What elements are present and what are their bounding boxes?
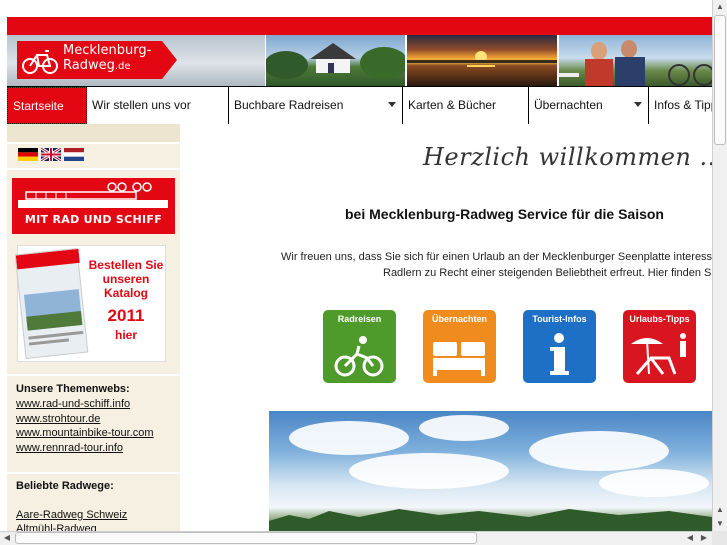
tile-urlaubs-tipps[interactable]: Urlaubs-Tipps: [623, 310, 696, 383]
logo-text: Mecklenburg- Radweg.de: [63, 43, 151, 74]
themenweb-link[interactable]: www.rad-und-schiff.info: [16, 398, 130, 410]
sunset-image: [407, 51, 557, 67]
nav-infos-tipps[interactable]: Infos & Tipps: [649, 87, 712, 124]
dropdown-arrow-icon: [634, 102, 642, 107]
cyclists-image: [559, 40, 712, 86]
bicycle-icon: [334, 336, 384, 377]
tile-radreisen[interactable]: Radreisen: [323, 310, 396, 383]
rad-und-schiff-banner[interactable]: MIT RAD UND SCHIFF: [12, 178, 175, 234]
katalog-cover-art: [15, 248, 84, 346]
treeline: [269, 509, 712, 545]
bed-icon: [433, 342, 485, 376]
german-flag-icon[interactable]: [18, 148, 38, 161]
nav-wir-stellen-uns-vor[interactable]: Wir stellen uns vor: [87, 87, 229, 124]
scroll-up-icon[interactable]: ▲: [713, 503, 727, 517]
scroll-left-icon[interactable]: ◀: [0, 531, 14, 545]
scrollbar-corner: [712, 531, 727, 545]
logo-line1: Mecklenburg-: [63, 43, 152, 58]
themenweb-link[interactable]: www.rennrad-tour.info: [16, 442, 123, 454]
scroll-down-icon[interactable]: ▼: [713, 517, 727, 531]
katalog-cover-image: [14, 247, 89, 360]
radwege-heading: Beliebte Radwege:: [16, 480, 114, 492]
header-photo-cottage: [266, 35, 405, 86]
logo-tld: .de: [114, 61, 131, 72]
nav-label: Infos & Tipps: [654, 98, 712, 112]
katalog-line: hier: [114, 328, 137, 342]
themenweb-link[interactable]: www.strohtour.de: [16, 413, 100, 425]
nav-startseite[interactable]: Startseite: [7, 87, 87, 124]
vertical-scroll-thumb[interactable]: [714, 15, 726, 145]
radweg-link[interactable]: Aare-Radweg Schweiz: [16, 509, 127, 521]
page-content: Mecklenburg- Radweg.de Startseite Wir st…: [0, 0, 712, 545]
scroll-up-icon[interactable]: ▲: [713, 0, 727, 14]
uk-flag-icon[interactable]: [41, 148, 61, 161]
intro-text-line: Radlern zu Recht einer steigenden Belieb…: [383, 267, 712, 279]
header-photo-cyclists: [559, 35, 712, 86]
nav-label: Wir stellen uns vor: [92, 98, 191, 112]
nav-label: Übernachten: [534, 98, 603, 112]
katalog-line: unseren: [102, 272, 150, 286]
sidebar-divider: [7, 472, 180, 474]
info-icon: [550, 333, 569, 375]
dutch-flag-icon[interactable]: [64, 148, 84, 161]
top-spacer: [0, 0, 712, 17]
page-title: bei Mecklenburg-Radweg Service für die S…: [345, 206, 664, 222]
scroll-left-icon[interactable]: ◀: [683, 531, 697, 545]
dropdown-arrow-icon: [388, 102, 396, 107]
cottage-image: [266, 43, 405, 79]
intro-text-line: Wir freuen uns, dass Sie sich für einen …: [281, 251, 712, 263]
nav-buchbare-radreisen[interactable]: Buchbare Radreisen: [229, 87, 403, 124]
tile-tourist-infos[interactable]: Tourist-Infos: [523, 310, 596, 383]
katalog-year: 2011: [107, 306, 145, 325]
nav-label: Startseite: [13, 99, 64, 113]
sidebar-band: [7, 124, 180, 142]
tile-uebernachten[interactable]: Übernachten: [423, 310, 496, 383]
sidebar-divider: [7, 168, 180, 170]
sidebar-divider: [7, 374, 180, 376]
horizontal-scroll-thumb[interactable]: [15, 532, 477, 544]
header-photo-sunset: [407, 35, 557, 86]
nav-label: Karten & Bücher: [408, 98, 497, 112]
nav-label: Buchbare Radreisen: [234, 98, 344, 112]
katalog-line: Katalog: [103, 286, 148, 300]
site-header: Mecklenburg- Radweg.de: [7, 35, 712, 86]
sidebar-divider: [7, 142, 180, 144]
ship-banner-label: MIT RAD UND SCHIFF: [24, 213, 163, 226]
nav-karten-buecher[interactable]: Karten & Bücher: [403, 87, 529, 124]
main-navigation: Startseite Wir stellen uns vor Buchbare …: [7, 86, 712, 124]
logo-line2: Radweg.de: [63, 58, 151, 74]
themenweb-link[interactable]: www.mountainbike-tour.com: [16, 427, 154, 439]
scroll-right-icon[interactable]: ▶: [697, 531, 711, 545]
welcome-heading: Herzlich willkommen ...: [423, 143, 712, 171]
beach-chair-icon: [631, 333, 686, 375]
themenwebs-heading: Unsere Themenwebs:: [16, 383, 130, 395]
site-logo[interactable]: Mecklenburg- Radweg.de: [7, 35, 265, 86]
nav-uebernachten[interactable]: Übernachten: [529, 87, 649, 124]
katalog-text: Bestellen Sie unseren Katalog 2011 hier: [88, 258, 164, 342]
landscape-photo: [269, 411, 712, 545]
logo-name: Radweg: [63, 58, 115, 73]
top-red-bar: [7, 17, 712, 35]
katalog-line: Bestellen Sie: [88, 258, 164, 272]
browser-viewport: Mecklenburg- Radweg.de Startseite Wir st…: [0, 0, 727, 545]
ship-icon: [18, 182, 168, 208]
katalog-order-banner[interactable]: Bestellen Sie unseren Katalog 2011 hier: [14, 245, 166, 362]
